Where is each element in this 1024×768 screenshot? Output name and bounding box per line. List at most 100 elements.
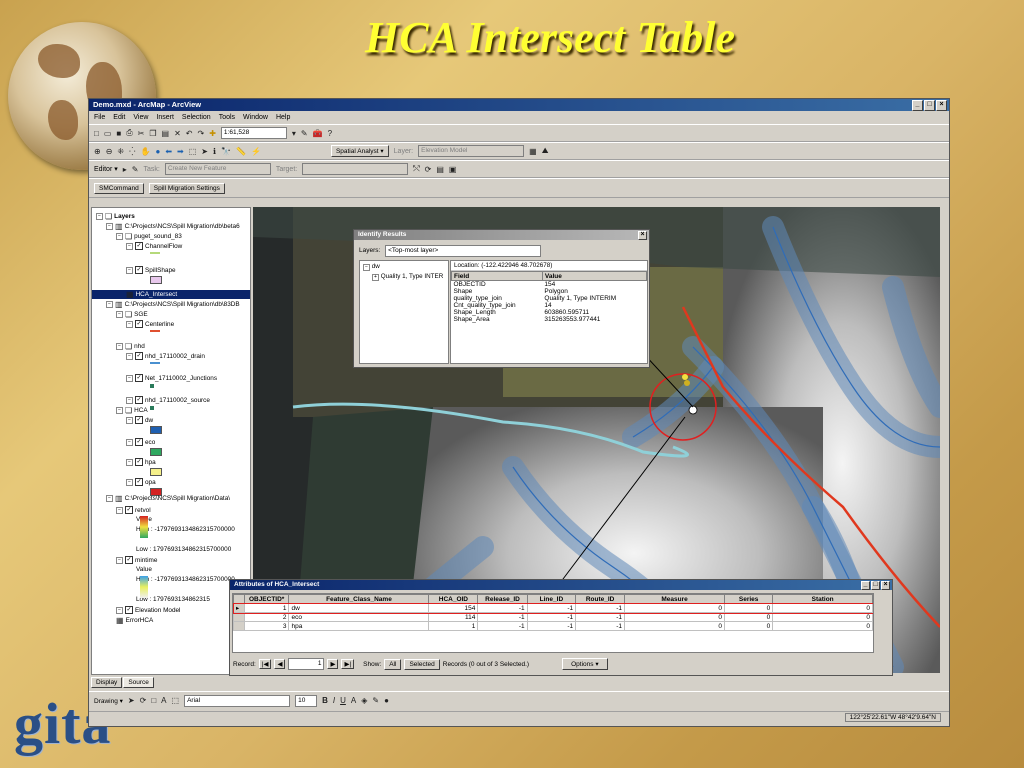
hillshade-icon[interactable]: ⛰ <box>542 146 549 156</box>
identify-row[interactable]: Shape_Length 603860.595711 <box>452 309 647 316</box>
open-icon[interactable]: ▭ <box>104 129 112 138</box>
toc-row[interactable]: − ✓ retvol <box>116 506 151 514</box>
toc-row[interactable]: Low : 1797693134862315700000 <box>136 546 231 553</box>
drawing-menu[interactable]: Drawing ▾ <box>94 697 123 705</box>
table-row[interactable]: 2 eco 114 -1 -1 -1 0 0 0 <box>233 612 873 622</box>
toc-row[interactable]: − ▥ C:\Projects\NCS\Spill Migration\db\83D… <box>106 300 240 309</box>
find-icon[interactable]: 🔭 <box>221 147 231 156</box>
fill-color-icon[interactable]: ◈ <box>361 696 367 705</box>
toc-row[interactable]: − ✓ hpa <box>126 458 156 466</box>
identify-tree-layer[interactable]: − dw <box>360 261 448 273</box>
next-record-button[interactable]: ▶ <box>327 659 339 669</box>
fixed-zoom-in-icon[interactable]: ⁜ <box>117 147 124 156</box>
table-cell[interactable]: 0 <box>624 603 726 613</box>
target-dropdown[interactable] <box>302 163 409 175</box>
text-tool-icon[interactable]: A <box>161 696 166 705</box>
table-cell[interactable]: 0 <box>724 603 774 613</box>
marker-color-icon[interactable]: ● <box>384 696 389 705</box>
toc-row[interactable]: − ❏ Layers <box>96 212 135 221</box>
expand-toggle-icon[interactable]: − <box>126 396 133 404</box>
toc-row[interactable]: High : -1797693134862315700000 <box>136 526 235 533</box>
bold-icon[interactable]: B <box>322 696 328 705</box>
smcommand-button[interactable]: SMCommand <box>94 182 144 194</box>
menu-window[interactable]: Window <box>243 114 268 121</box>
forward-extent-icon[interactable]: ➡ <box>177 147 184 156</box>
identify-row[interactable]: Shape Polygon <box>452 288 647 295</box>
table-cell[interactable]: -1 <box>477 603 528 613</box>
toc-row[interactable]: − ✓ Elevation Model <box>116 606 180 614</box>
toc-row[interactable]: ▦ ErrorHCA <box>116 616 153 625</box>
expand-toggle-icon[interactable]: − <box>106 223 113 230</box>
expand-toggle-icon[interactable]: − <box>106 495 113 502</box>
copy-icon[interactable]: ❐ <box>149 129 156 138</box>
layer-visibility-checkbox[interactable]: ✓ <box>135 266 143 274</box>
layer-visibility-checkbox[interactable]: ✓ <box>135 416 143 424</box>
table-cell[interactable]: -1 <box>575 621 626 631</box>
table-cell[interactable]: -1 <box>526 621 577 631</box>
select-elements-icon-2[interactable]: ➤ <box>128 696 135 705</box>
column-header[interactable]: HCA_OID <box>428 594 479 604</box>
toc-row[interactable]: − ✓ Centerline <box>126 320 174 328</box>
toc-row[interactable]: − ✓ dw <box>126 416 153 424</box>
table-row[interactable]: 3 hpa 1 -1 -1 -1 0 0 0 <box>233 621 873 631</box>
identify-close-button[interactable]: × <box>638 231 647 240</box>
toc-row[interactable]: − ✓ nhd_17110002_source <box>126 396 210 404</box>
hyperlink-icon[interactable]: ⚡ <box>251 147 261 156</box>
row-selector[interactable] <box>233 621 245 631</box>
column-header[interactable]: Release_ID <box>477 594 528 604</box>
delete-icon[interactable]: ✕ <box>174 129 181 138</box>
expand-toggle-icon[interactable]: − <box>116 233 123 240</box>
toc-row[interactable]: ▦ HCA_Intersect <box>92 290 250 299</box>
redo-icon[interactable]: ↷ <box>198 129 205 138</box>
toc-row[interactable]: − ✓ SpillShape <box>126 266 176 274</box>
toc-row[interactable]: − ✓ opa <box>126 478 156 486</box>
prev-record-button[interactable]: ◀ <box>274 659 286 669</box>
expand-toggle-icon[interactable]: − <box>126 438 133 446</box>
rectangle-icon[interactable]: □ <box>151 696 156 705</box>
histogram-icon[interactable]: ▦ <box>529 147 537 156</box>
back-extent-icon[interactable]: ⬅ <box>165 147 172 156</box>
edit-tool-icon[interactable]: ▸ <box>123 165 127 174</box>
maximize-button[interactable]: □ <box>924 100 935 111</box>
measure-icon[interactable]: 📏 <box>236 147 246 156</box>
record-number-field[interactable]: 1 <box>288 658 325 670</box>
expand-toggle-icon[interactable]: − <box>126 242 133 250</box>
column-header[interactable]: Station <box>772 594 873 604</box>
attributes-close-button[interactable]: × <box>881 581 890 590</box>
identify-tree-feature[interactable]: + Quality 1, Type INTER <box>360 273 448 281</box>
line-color-icon[interactable]: ✎ <box>372 696 379 705</box>
toc-row[interactable]: − ❏ nhd <box>116 342 145 351</box>
expand-toggle-icon[interactable]: − <box>126 458 133 466</box>
full-extent-icon[interactable]: ● <box>155 147 160 156</box>
table-cell[interactable]: -1 <box>575 603 626 613</box>
zoom-in-icon[interactable]: ⊕ <box>94 147 101 156</box>
table-cell[interactable]: 0 <box>772 612 873 622</box>
font-name-field[interactable]: Arial <box>184 694 291 707</box>
expand-toggle-icon[interactable]: − <box>106 301 113 308</box>
expand-toggle-icon[interactable]: − <box>126 416 133 424</box>
table-cell[interactable]: hpa <box>288 621 430 631</box>
editor-toolbar-icon[interactable]: ✎ <box>301 129 308 138</box>
layer-dropdown[interactable]: Elevation Model <box>418 145 525 157</box>
arctoolbox-icon[interactable]: 🧰 <box>313 129 323 138</box>
layer-visibility-checkbox[interactable]: ✓ <box>135 320 143 328</box>
layer-visibility-checkbox[interactable]: ✓ <box>135 478 143 486</box>
paste-icon[interactable]: ▤ <box>162 129 170 138</box>
table-cell[interactable]: eco <box>288 612 430 622</box>
expand-toggle-icon[interactable]: − <box>116 311 123 318</box>
layer-visibility-checkbox[interactable]: ✓ <box>135 458 143 466</box>
menu-selection[interactable]: Selection <box>182 114 211 121</box>
layer-visibility-checkbox[interactable]: ✓ <box>125 556 133 564</box>
table-cell[interactable]: dw <box>288 603 430 613</box>
identify-row[interactable]: Cnt_quality_type_join 14 <box>452 302 647 309</box>
font-color-icon[interactable]: A <box>351 696 356 705</box>
table-cell[interactable]: 154 <box>428 603 479 613</box>
whats-this-icon[interactable]: ? <box>328 129 332 138</box>
sketch-tool-icon[interactable]: ✎ <box>132 165 139 174</box>
scale-dropdown-icon[interactable]: ▾ <box>292 129 296 138</box>
undo-icon[interactable]: ↶ <box>186 129 193 138</box>
toc-row[interactable]: − ❏ HCA <box>116 406 148 415</box>
layer-visibility-checkbox[interactable]: ✓ <box>125 606 133 614</box>
toc-row[interactable]: − ✓ nhd_17110002_drain <box>126 352 205 360</box>
expand-toggle-icon[interactable]: − <box>96 213 103 220</box>
